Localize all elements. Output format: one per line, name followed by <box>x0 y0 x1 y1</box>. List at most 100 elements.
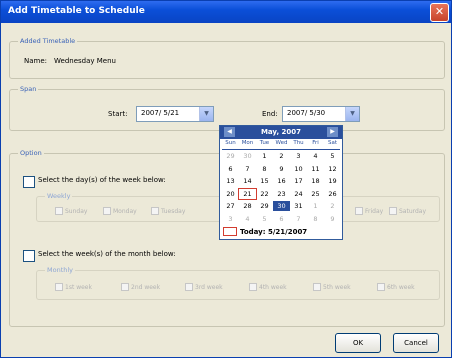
window-title: Add Timetable to Schedule <box>8 6 145 16</box>
weekday-label: Sun <box>225 140 236 146</box>
weeks-of-month-checkbox[interactable] <box>23 250 35 262</box>
calendar-day[interactable]: 9 <box>273 164 290 174</box>
weekly-label: Weekly <box>45 192 73 200</box>
next-month-icon[interactable]: ▶ <box>327 127 338 137</box>
calendar-day[interactable]: 8 <box>307 214 324 224</box>
calendar-popup: ◀ May, 2007 ▶ Sun Mon Tue Wed Thu Fri Sat 29 30… <box>219 125 343 240</box>
weekday-label: Fri <box>312 140 319 146</box>
calendar-day[interactable]: 10 <box>290 164 307 174</box>
calendar-month-label[interactable]: May, 2007 <box>220 128 342 136</box>
calendar-day[interactable]: 25 <box>307 189 324 199</box>
week1-label: 1st week <box>65 283 92 291</box>
week4-checkbox[interactable]: 4th week <box>249 283 287 291</box>
weekday-label: Wed <box>275 140 288 146</box>
calendar-day-today[interactable]: 21 <box>238 187 257 200</box>
added-timetable-group: Added Timetable Name: Wednesday Menu <box>9 37 445 79</box>
week4-label: 4th week <box>259 283 287 291</box>
today-marker-icon <box>223 227 237 236</box>
option-group-label: Option <box>18 149 44 157</box>
calendar-day[interactable]: 17 <box>290 176 307 186</box>
week5-checkbox[interactable]: 5th week <box>313 283 351 291</box>
monthly-subgroup: Monthly 1st week 2nd week 3rd week 4th w… <box>36 266 440 300</box>
calendar-day[interactable]: 2 <box>273 151 290 161</box>
calendar-day[interactable]: 11 <box>307 164 324 174</box>
calendar-day[interactable]: 3 <box>290 151 307 161</box>
calendar-day[interactable]: 3 <box>222 214 239 224</box>
week6-label: 6th week <box>387 283 415 291</box>
calendar-day[interactable]: 6 <box>222 164 239 174</box>
calendar-day[interactable]: 26 <box>324 189 341 199</box>
start-date-value: 2007/ 5/21 <box>141 109 180 117</box>
calendar-day[interactable]: 6 <box>273 214 290 224</box>
name-label: Name: <box>24 57 48 65</box>
calendar-day[interactable]: 27 <box>222 201 239 211</box>
calendar-day[interactable]: 1 <box>256 151 273 161</box>
calendar-day[interactable]: 7 <box>239 164 256 174</box>
calendar-day[interactable]: 31 <box>290 201 307 211</box>
calendar-day[interactable]: 7 <box>290 214 307 224</box>
sunday-checkbox[interactable]: Sunday <box>55 207 87 215</box>
end-label: End: <box>262 110 278 118</box>
start-dropdown-arrow-icon[interactable]: ▼ <box>199 107 213 121</box>
week6-checkbox[interactable]: 6th week <box>377 283 415 291</box>
start-date-picker[interactable]: 2007/ 5/21 ▼ <box>136 106 214 122</box>
calendar-day[interactable]: 29 <box>256 201 273 211</box>
dialog-window: Add Timetable to Schedule ✕ Added Timeta… <box>0 0 452 358</box>
monday-checkbox[interactable]: Monday <box>103 207 137 215</box>
calendar-day[interactable]: 5 <box>256 214 273 224</box>
close-button[interactable]: ✕ <box>430 3 449 22</box>
tuesday-checkbox[interactable]: Tuesday <box>151 207 185 215</box>
calendar-day[interactable]: 16 <box>273 176 290 186</box>
weekday-header: Sun Mon Tue Wed Thu Fri Sat <box>220 140 342 149</box>
name-value: Wednesday Menu <box>54 57 116 65</box>
today-label: Today: 5/21/2007 <box>240 227 308 236</box>
week5-label: 5th week <box>323 283 351 291</box>
week1-checkbox[interactable]: 1st week <box>55 283 92 291</box>
calendar-day[interactable]: 29 <box>222 151 239 161</box>
calendar-day[interactable]: 28 <box>239 201 256 211</box>
calendar-day[interactable]: 19 <box>324 176 341 186</box>
calendar-day[interactable]: 13 <box>222 176 239 186</box>
week2-label: 2nd week <box>131 283 161 291</box>
monthly-label: Monthly <box>45 266 76 274</box>
calendar-day[interactable]: 1 <box>307 201 324 211</box>
weekday-label: Thu <box>293 140 304 146</box>
calendar-day[interactable]: 4 <box>307 151 324 161</box>
calendar-day[interactable]: 23 <box>273 189 290 199</box>
calendar-day[interactable]: 24 <box>290 189 307 199</box>
today-link[interactable]: Today: 5/21/2007 <box>223 227 307 236</box>
start-label: Start: <box>108 110 128 118</box>
calendar-day[interactable]: 14 <box>239 176 256 186</box>
calendar-day[interactable]: 15 <box>256 176 273 186</box>
ok-button[interactable]: OK <box>335 333 381 353</box>
calendar-day[interactable]: 9 <box>324 214 341 224</box>
calendar-day[interactable]: 8 <box>256 164 273 174</box>
calendar-day[interactable]: 12 <box>324 164 341 174</box>
calendar-day[interactable]: 2 <box>324 201 341 211</box>
calendar-day[interactable]: 30 <box>239 151 256 161</box>
cancel-button[interactable]: Cancel <box>393 333 439 353</box>
sunday-label: Sunday <box>65 207 88 215</box>
calendar-day[interactable]: 18 <box>307 176 324 186</box>
weekday-label: Sat <box>327 140 338 146</box>
title-bar[interactable]: Add Timetable to Schedule ✕ <box>1 1 451 23</box>
week3-label: 3rd week <box>195 283 223 291</box>
week2-checkbox[interactable]: 2nd week <box>121 283 160 291</box>
days-of-week-label: Select the day(s) of the week below: <box>38 176 166 184</box>
end-dropdown-arrow-icon[interactable]: ▼ <box>345 107 359 121</box>
calendar-day[interactable]: 5 <box>324 151 341 161</box>
week3-checkbox[interactable]: 3rd week <box>185 283 223 291</box>
friday-checkbox[interactable]: Friday <box>355 207 383 215</box>
calendar-day[interactable]: 20 <box>222 189 239 199</box>
calendar-day[interactable]: 22 <box>256 189 273 199</box>
saturday-checkbox[interactable]: Saturday <box>389 207 426 215</box>
end-date-picker[interactable]: 2007/ 5/30 ▼ <box>282 106 360 122</box>
calendar-day[interactable]: 4 <box>239 214 256 224</box>
monday-label: Monday <box>113 207 137 215</box>
weeks-of-month-label: Select the week(s) of the month below: <box>38 250 176 258</box>
calendar-day-selected[interactable]: 30 <box>273 201 290 211</box>
calendar-divider <box>222 149 340 150</box>
calendar-header: ◀ May, 2007 ▶ <box>220 126 342 139</box>
days-of-week-checkbox[interactable] <box>23 176 35 188</box>
saturday-label: Saturday <box>399 207 427 215</box>
